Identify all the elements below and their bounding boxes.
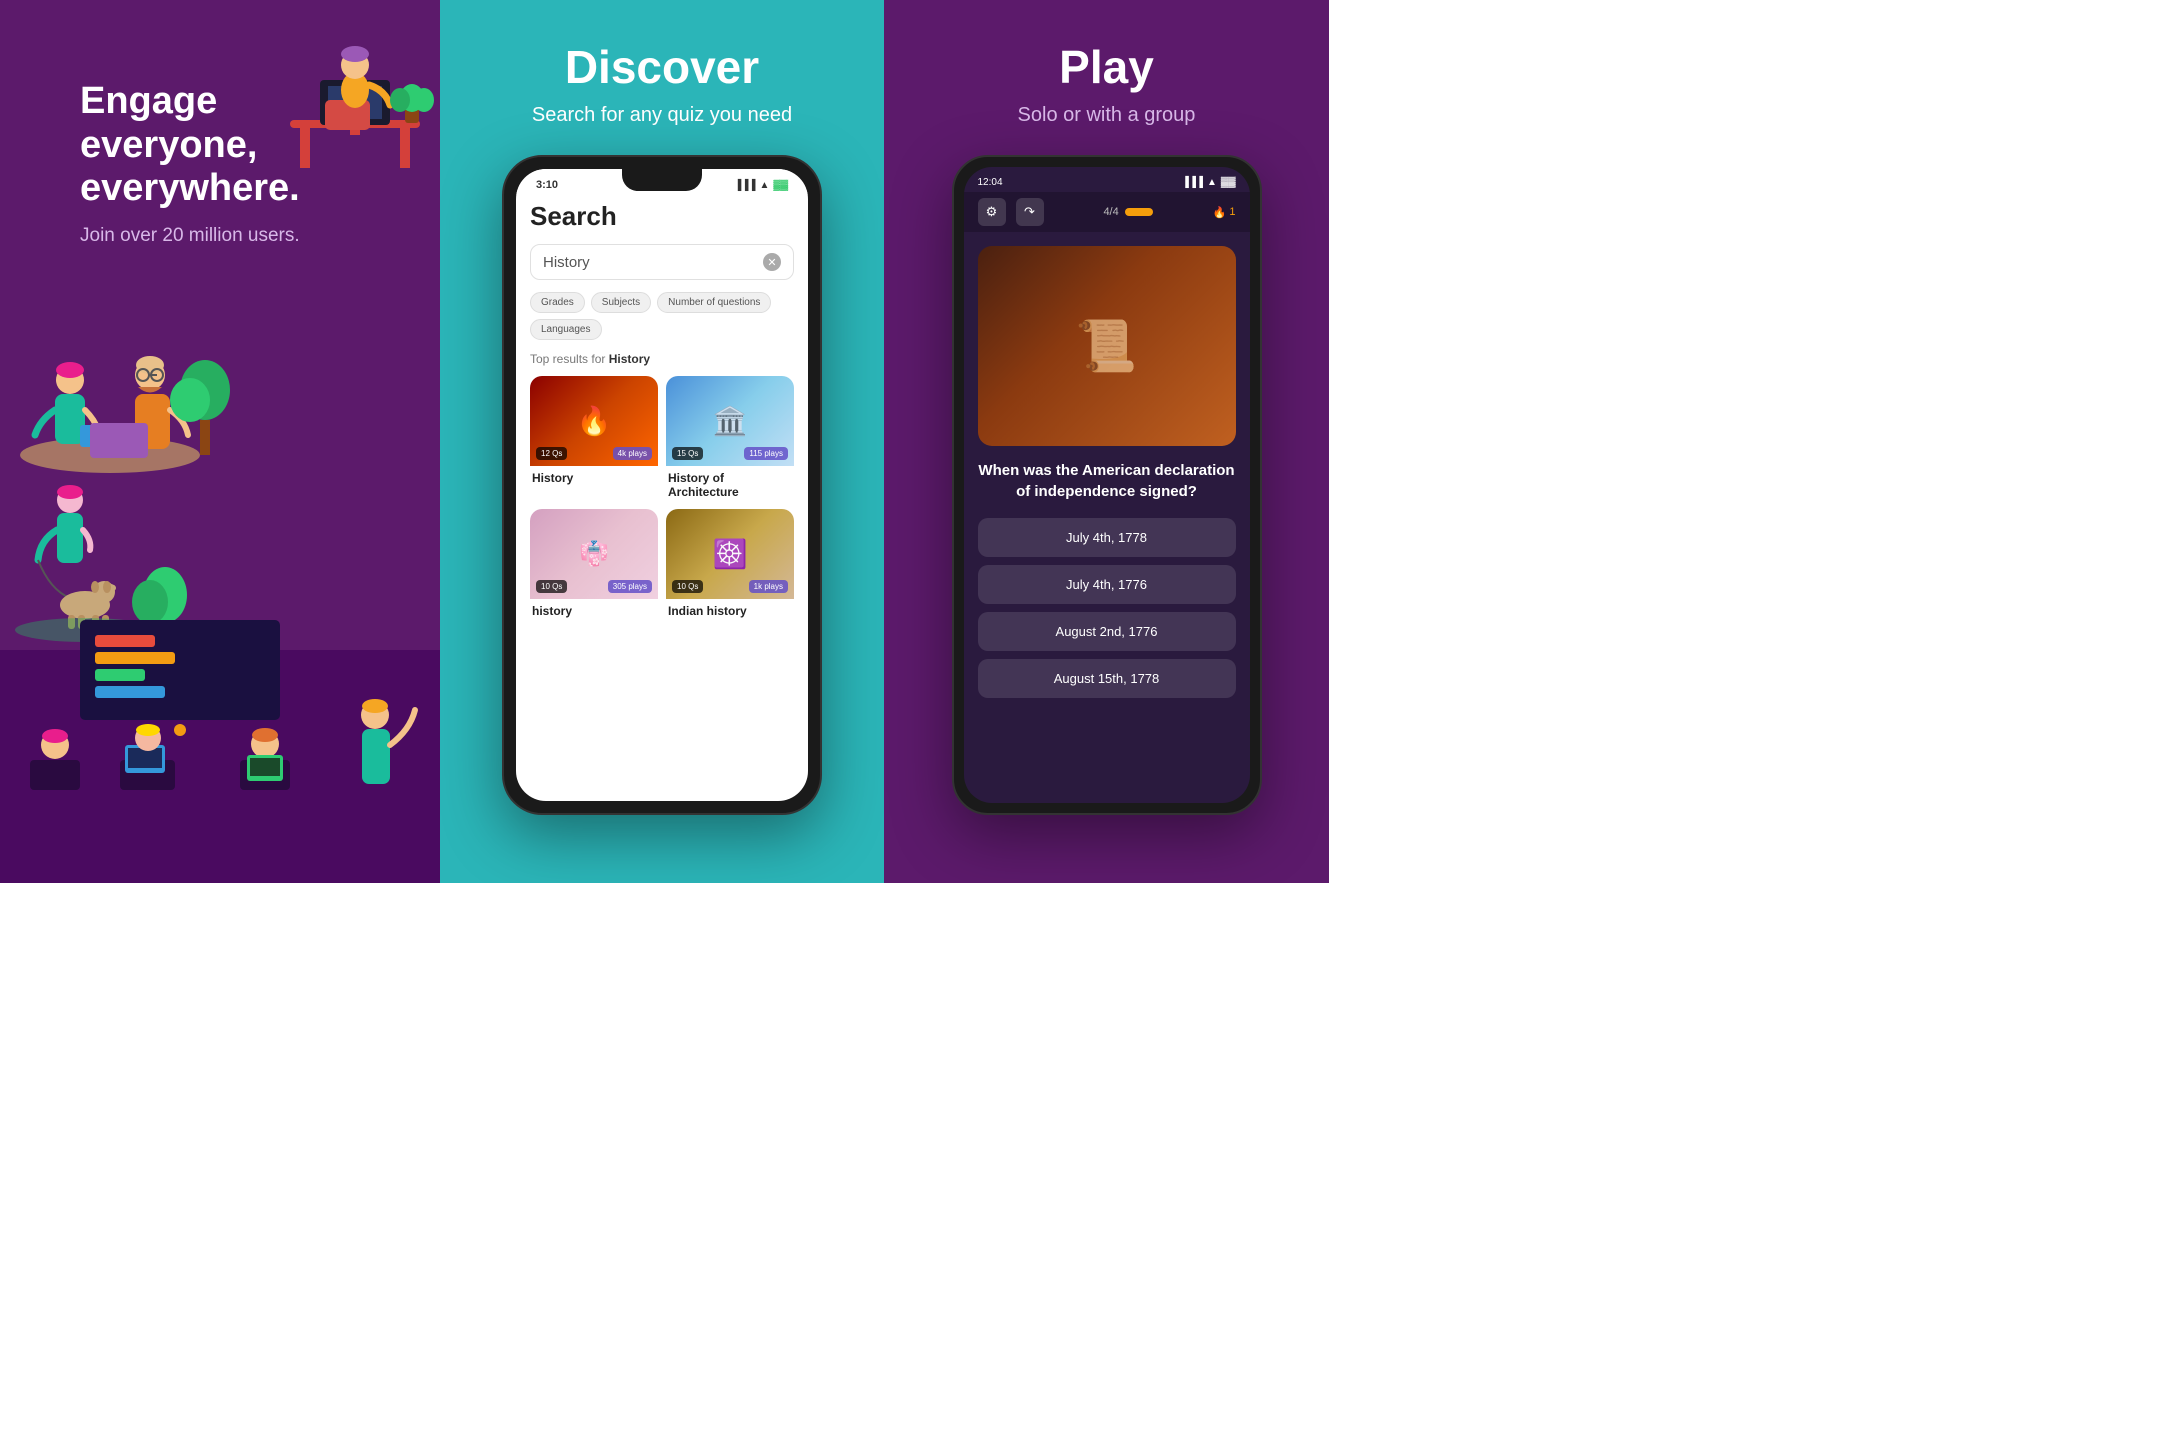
quiz-toolbar: ⚙ ↷ 4/4 🔥 1: [964, 192, 1250, 232]
search-input-value[interactable]: History: [543, 254, 763, 271]
battery-icon: ▓▓: [773, 180, 788, 191]
streak-count: 1: [1229, 206, 1235, 218]
quiz-time: 12:04: [978, 177, 1003, 188]
panel-engage: Engage everyone, everywhere. Join over 2…: [0, 0, 440, 883]
quiz-grid: 12 Qs 4k plays History 15 Qs 115 plays H…: [530, 376, 794, 620]
quiz-card-img-history: 12 Qs 4k plays: [530, 376, 658, 466]
search-clear-button[interactable]: ✕: [763, 253, 781, 271]
chip-languages[interactable]: Languages: [530, 319, 602, 340]
results-keyword: History: [609, 352, 650, 366]
quiz-card-history[interactable]: 12 Qs 4k plays History: [530, 376, 658, 501]
panel3-title: Play: [1059, 40, 1154, 94]
quiz-status-bar: 12:04 ▐▐▐ ▲ ▓▓: [964, 167, 1250, 192]
quiz-card-indian[interactable]: 10 Qs 1k plays Indian history: [666, 509, 794, 620]
chip-num-questions[interactable]: Number of questions: [657, 292, 771, 313]
progress-dot-1: [1125, 208, 1153, 216]
panel3-subtitle: Solo or with a group: [1018, 104, 1196, 127]
quiz-qs-badge-arch: 15 Qs: [672, 447, 703, 460]
quiz-card-title-history: History: [530, 466, 658, 487]
quiz-plays-badge: 4k plays: [613, 447, 652, 460]
quiz-plays-badge-plays: 305 plays: [608, 580, 652, 593]
quiz-qs-badge-plays: 10 Qs: [536, 580, 567, 593]
skip-icon[interactable]: ↷: [1016, 198, 1044, 226]
battery-icon-2: ▓▓: [1221, 177, 1236, 188]
answer-options: July 4th, 1778 July 4th, 1776 August 2nd…: [978, 518, 1236, 698]
quiz-question-area: When was the American declaration of ind…: [964, 232, 1250, 803]
panel2-subtitle: Search for any quiz you need: [532, 104, 792, 127]
wifi-icon: ▲: [760, 180, 770, 191]
quiz-qs-badge: 12 Qs: [536, 447, 567, 460]
panel1-headline: Engage everyone, everywhere.: [80, 80, 400, 211]
signal-icon: ▐▐▐: [734, 180, 755, 191]
streak-badge: 🔥 1: [1213, 206, 1236, 219]
phone-discover: 3:10 ▐▐▐ ▲ ▓▓ Search History ✕ Grades Su…: [502, 155, 822, 815]
phone-notch: [622, 169, 702, 191]
quiz-plays-badge-indian: 1k plays: [749, 580, 788, 593]
quiz-card-img-plays: 10 Qs 305 plays: [530, 509, 658, 599]
wifi-icon-2: ▲: [1207, 177, 1217, 188]
quiz-action-icons: ⚙ ↷: [978, 198, 1044, 226]
settings-icon[interactable]: ⚙: [978, 198, 1006, 226]
quiz-card-img-arch: 15 Qs 115 plays: [666, 376, 794, 466]
phone-screen: 3:10 ▐▐▐ ▲ ▓▓ Search History ✕ Grades Su…: [516, 169, 808, 801]
panel1-subtext: Join over 20 million users.: [80, 225, 400, 247]
search-bar[interactable]: History ✕: [530, 244, 794, 280]
filter-chips: Grades Subjects Number of questions Lang…: [530, 292, 794, 340]
signal-icon-2: ▐▐▐: [1182, 177, 1203, 188]
phone-time: 3:10: [536, 179, 558, 191]
answer-option-4[interactable]: August 15th, 1778: [978, 659, 1236, 698]
quiz-progress: 4/4: [1103, 206, 1152, 218]
panel2-title: Discover: [565, 40, 759, 94]
panel-discover: Discover Search for any quiz you need 3:…: [440, 0, 884, 883]
quiz-plays-badge-arch: 115 plays: [744, 447, 788, 460]
quiz-question-text: When was the American declaration of ind…: [978, 460, 1236, 502]
results-header: Top results for History: [530, 352, 794, 366]
search-heading: Search: [530, 201, 794, 232]
answer-option-1[interactable]: July 4th, 1778: [978, 518, 1236, 557]
progress-count: 4/4: [1103, 206, 1118, 218]
quiz-card-title-arch: History of Architecture: [666, 466, 794, 501]
panel-play: Play Solo or with a group 12:04 ▐▐▐ ▲ ▓▓…: [884, 0, 1329, 883]
quiz-card-arch[interactable]: 15 Qs 115 plays History of Architecture: [666, 376, 794, 501]
phone-content: Search History ✕ Grades Subjects Number …: [516, 195, 808, 801]
quiz-status-icons: ▐▐▐ ▲ ▓▓: [1182, 177, 1236, 188]
phone-screen-2: 12:04 ▐▐▐ ▲ ▓▓ ⚙ ↷ 4/4: [964, 167, 1250, 803]
chip-grades[interactable]: Grades: [530, 292, 585, 313]
quiz-card-title-plays: history: [530, 599, 658, 620]
progress-bar: [1125, 208, 1153, 216]
chip-subjects[interactable]: Subjects: [591, 292, 651, 313]
quiz-card-plays[interactable]: 10 Qs 305 plays history: [530, 509, 658, 620]
answer-option-2[interactable]: July 4th, 1776: [978, 565, 1236, 604]
quiz-card-img-indian: 10 Qs 1k plays: [666, 509, 794, 599]
phone-play: 12:04 ▐▐▐ ▲ ▓▓ ⚙ ↷ 4/4: [952, 155, 1262, 815]
quiz-scene-image: [978, 246, 1236, 446]
answer-option-3[interactable]: August 2nd, 1776: [978, 612, 1236, 651]
quiz-card-title-indian: Indian history: [666, 599, 794, 620]
status-icons: ▐▐▐ ▲ ▓▓: [734, 180, 788, 191]
quiz-qs-badge-indian: 10 Qs: [672, 580, 703, 593]
